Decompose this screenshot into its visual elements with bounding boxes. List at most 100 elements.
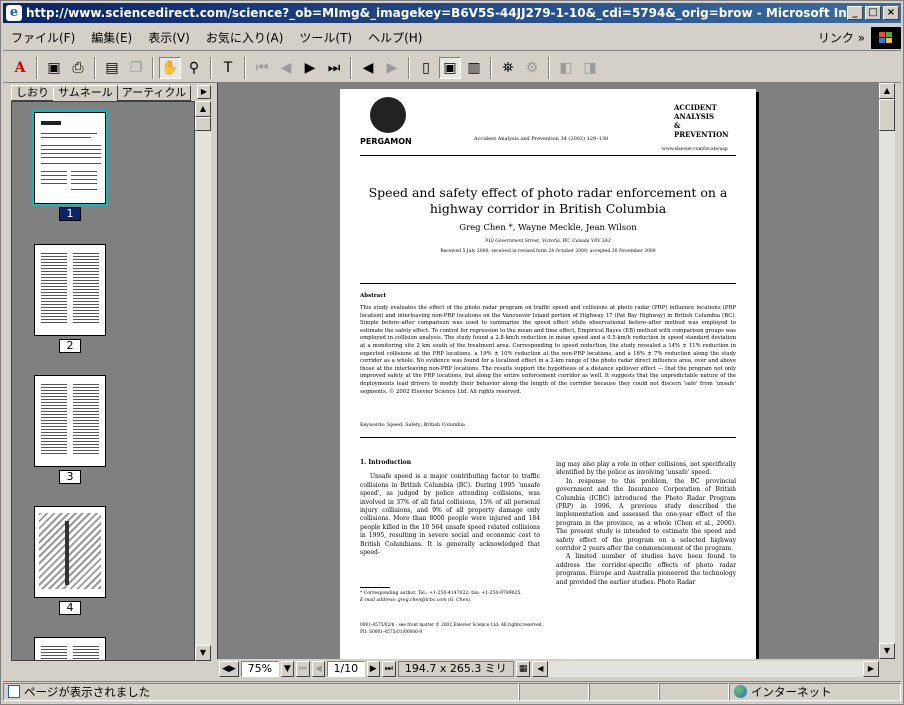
ie-icon: e (6, 5, 22, 21)
menu-file[interactable]: ファイル(F) (3, 29, 83, 46)
thumbnail-page-1[interactable] (32, 110, 108, 206)
footnote-corresponding: * Corresponding author. Tel.: +1-250-414… (360, 591, 522, 596)
paragraph: In response to this problem, the BC prov… (556, 477, 736, 553)
scroll-right-button[interactable]: ▶ (863, 661, 879, 677)
find-icon[interactable]: ⛯ (497, 57, 519, 79)
thumbnail-label-4[interactable]: 4 (59, 601, 81, 615)
print-icon[interactable]: ⎙ (67, 57, 89, 79)
zoom-dropdown-icon[interactable]: ▼ (280, 661, 294, 677)
rotate-right-icon[interactable]: ◨ (579, 57, 601, 79)
thumbnail-list: 1 2 3 4 (11, 101, 195, 661)
scroll-thumb[interactable] (195, 117, 211, 131)
pii-line: PII: S0001-4575(01)00006-9 (360, 629, 423, 635)
minimize-button[interactable]: _ (847, 6, 863, 20)
toolbar-separator (244, 56, 246, 79)
document-scrollbar[interactable]: ▲ ▼ (879, 83, 895, 659)
last-page-button[interactable]: ⏭ (381, 661, 396, 677)
thumbnail-page-2[interactable] (34, 244, 106, 336)
scroll-left-button[interactable]: ◀ (532, 661, 549, 677)
actual-size-icon[interactable]: ▯ (415, 57, 437, 79)
menu-help[interactable]: ヘルプ(H) (360, 29, 430, 46)
horizontal-scrollbar[interactable]: ◀ ▶ (532, 661, 879, 677)
scroll-up-button[interactable]: ▲ (879, 83, 895, 99)
menu-tools[interactable]: ツール(T) (291, 29, 360, 46)
save-icon[interactable]: ▣ (43, 57, 65, 79)
thumbnail-scrollbar[interactable]: ▲ ▼ (195, 101, 211, 661)
journal-name-line: ACCIDENT (674, 103, 717, 112)
text-column-left: 1. Introduction Unsafe speed is a major … (360, 459, 540, 557)
thumbnail-page-5[interactable] (34, 637, 106, 660)
menu-view[interactable]: 表示(V) (140, 29, 198, 46)
paragraph: A limited number of studies have been fo… (556, 553, 736, 586)
status-message: ページが表示されました (24, 684, 151, 699)
toolbar-separator (152, 56, 154, 79)
first-page-icon[interactable]: ⏮ (251, 57, 273, 79)
page-footer: 0001-4575/02/$ - see front matter © 2002… (360, 623, 600, 636)
pdf-page: PERGAMON Accident Analysis and Preventio… (340, 89, 756, 659)
next-page-icon[interactable]: ▶ (299, 57, 321, 79)
journal-citation: Accident Analysis and Prevention 34 (200… (474, 136, 609, 142)
next-page-button[interactable]: ▶ (366, 661, 380, 677)
browser-window: e http://www.sciencedirect.com/science?_… (0, 0, 904, 705)
title-bar: e http://www.sciencedirect.com/science?_… (3, 3, 901, 23)
abstract-text: This study evaluates the effect of the p… (360, 305, 736, 395)
zoom-field[interactable]: 75% (240, 661, 279, 677)
scroll-down-button[interactable]: ▼ (195, 645, 211, 661)
thumbnail-label-1[interactable]: 1 (59, 207, 81, 221)
scroll-up-button[interactable]: ▲ (195, 101, 211, 117)
toolbar-separator (94, 56, 96, 79)
first-page-button[interactable]: ⏮ (295, 661, 310, 677)
article-authors: Greg Chen *, Wayne Meckle, Jean Wilson (459, 223, 637, 233)
tab-thumbnails[interactable]: サムネール (53, 85, 118, 101)
zoom-tool-icon[interactable]: ⚲ (183, 57, 205, 79)
acrobat-icon[interactable]: A (9, 57, 31, 79)
internet-zone-icon (734, 685, 747, 698)
security-zone-cell: インターネット (729, 682, 901, 701)
journal-url: www.elsevier.com/locate/aap (662, 147, 728, 152)
tab-menu-arrow-icon[interactable]: ▶ (197, 85, 211, 99)
thumbnail-page-3[interactable] (34, 375, 106, 467)
publisher-name: PERGAMON (360, 137, 412, 146)
previous-page-icon[interactable]: ◀ (275, 57, 297, 79)
toolbar-separator (408, 56, 410, 79)
menu-edit[interactable]: 編集(E) (83, 29, 140, 46)
page-layout-icon[interactable]: ▦ (515, 661, 531, 677)
menu-favorites[interactable]: お気に入り(A) (198, 29, 292, 46)
show-navigation-pane-icon[interactable]: ▤ (101, 57, 123, 79)
document-view[interactable]: PERGAMON Accident Analysis and Preventio… (217, 83, 879, 659)
go-back-icon[interactable]: ◀ (357, 57, 379, 79)
close-button[interactable]: × (883, 6, 899, 20)
fit-width-icon[interactable]: ▥ (463, 57, 485, 79)
copy-icon[interactable]: ❐ (125, 57, 147, 79)
scroll-thumb[interactable] (879, 99, 895, 131)
security-zone: インターネット (751, 684, 832, 699)
thumbnail-label-3[interactable]: 3 (59, 470, 81, 484)
page-size-readout: 194.7 x 265.3 ミリ (397, 661, 514, 677)
toolbar-separator (490, 56, 492, 79)
previous-page-button[interactable]: ◀ (311, 661, 325, 677)
hand-tool-icon[interactable]: ✋ (159, 56, 181, 79)
text-select-tool-icon[interactable]: T (217, 57, 239, 79)
thumbnail-page-4[interactable] (34, 506, 106, 598)
toolbar-separator (548, 56, 550, 79)
abstract-top-rule (360, 283, 736, 284)
window-title: http://www.sciencedirect.com/science?_ob… (26, 6, 847, 20)
page-number-field[interactable]: 1/10 (326, 661, 365, 677)
go-forward-icon[interactable]: ▶ (381, 57, 403, 79)
links-button[interactable]: リンク » (818, 29, 865, 46)
tab-bookmarks[interactable]: しおり (11, 85, 54, 101)
toolbar-separator (350, 56, 352, 79)
author-address: 910 Government Street, Victoria, BC, Can… (485, 239, 611, 244)
search-icon[interactable]: ⚙ (521, 57, 543, 79)
maximize-button[interactable]: □ (865, 6, 881, 20)
pane-resize-icon[interactable]: ◀▶ (219, 661, 239, 677)
thumbnail-label-2[interactable]: 2 (59, 339, 81, 353)
text-column-right: ing may also play a role in other collis… (556, 461, 736, 587)
last-page-icon[interactable]: ⏭ (323, 57, 345, 79)
fit-page-icon[interactable]: ▣ (439, 56, 461, 79)
rotate-left-icon[interactable]: ◧ (555, 57, 577, 79)
scroll-down-button[interactable]: ▼ (879, 643, 895, 659)
toolbar-separator (36, 56, 38, 79)
tab-articles[interactable]: アーティクル (116, 85, 192, 101)
toolbar-separator (210, 56, 212, 79)
